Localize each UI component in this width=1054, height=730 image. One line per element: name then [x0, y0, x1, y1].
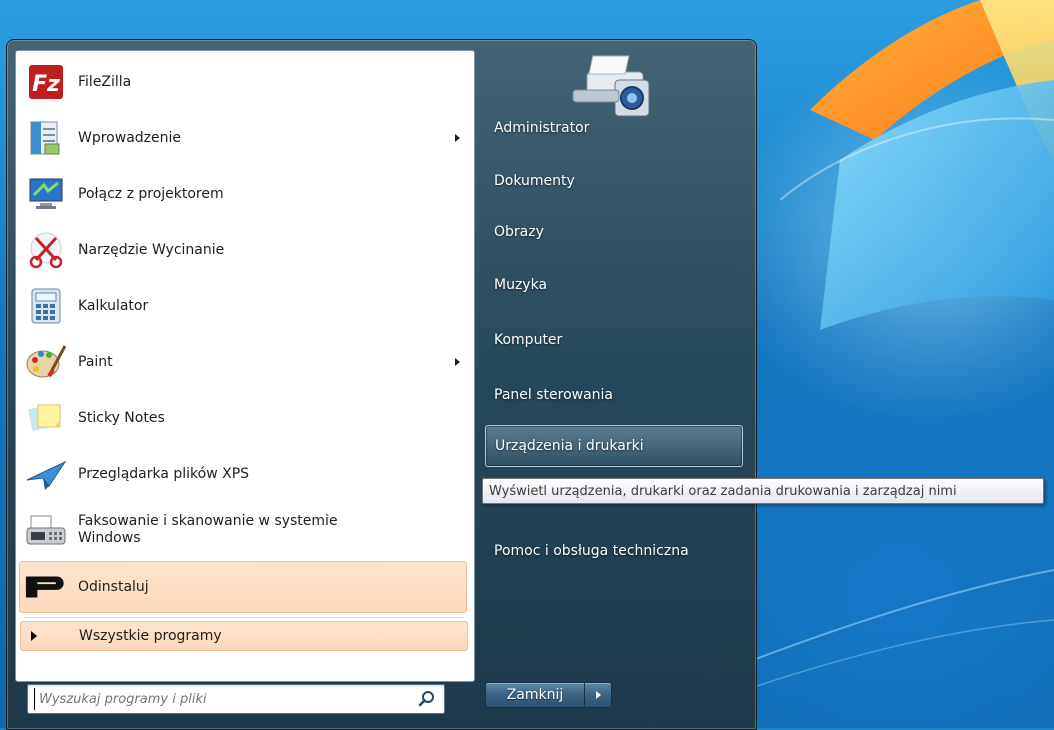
- program-item-uninstall[interactable]: Odinstaluj: [19, 561, 467, 613]
- programs-pane: Fz FileZilla Wprowadzenie Połącz z proje…: [15, 50, 475, 682]
- calculator-icon: [24, 284, 68, 328]
- all-programs-label: Wszystkie programy: [79, 628, 222, 644]
- svg-text:Fz: Fz: [32, 72, 60, 97]
- shutdown-group: Zamknij: [485, 682, 615, 708]
- tooltip: Wyświetl urządzenia, drukarki oraz zadan…: [482, 478, 1044, 504]
- right-item-pictures[interactable]: Obrazy: [485, 215, 741, 249]
- right-item-label: Obrazy: [494, 224, 544, 240]
- program-item-paint[interactable]: Paint: [20, 337, 468, 387]
- sticky-notes-icon: [24, 396, 68, 440]
- right-item-label: Panel sterowania: [494, 387, 613, 403]
- search-box[interactable]: [27, 684, 445, 714]
- paint-icon: [24, 340, 68, 384]
- program-label: Odinstaluj: [78, 578, 149, 595]
- program-label: Paint: [78, 353, 113, 370]
- search-icon[interactable]: [418, 690, 436, 708]
- shutdown-button[interactable]: Zamknij: [485, 682, 585, 708]
- xps-viewer-icon: [24, 452, 68, 496]
- filezilla-icon: Fz: [24, 60, 68, 104]
- arrow-right-icon: [595, 691, 601, 699]
- program-label: Faksowanie i skanowanie w systemie Windo…: [78, 513, 338, 547]
- program-item-getting-started[interactable]: Wprowadzenie: [20, 113, 468, 163]
- shutdown-options-button[interactable]: [585, 682, 612, 708]
- right-item-label: Dokumenty: [494, 173, 575, 189]
- program-label: Narzędzie Wycinanie: [78, 241, 225, 258]
- program-item-snipping-tool[interactable]: Narzędzie Wycinanie: [20, 225, 468, 275]
- tooltip-text: Wyświetl urządzenia, drukarki oraz zadan…: [489, 483, 957, 499]
- uninstall-icon: [24, 565, 68, 609]
- program-label-line1: Faksowanie i skanowanie w systemie: [78, 513, 338, 529]
- start-menu: Fz FileZilla Wprowadzenie Połącz z proje…: [6, 39, 757, 730]
- right-item-label: Administrator: [494, 120, 590, 136]
- program-item-calculator[interactable]: Kalkulator: [20, 281, 468, 331]
- program-label: FileZilla: [78, 73, 132, 90]
- right-item-label: Muzyka: [494, 277, 548, 293]
- program-item-projector[interactable]: Połącz z projektorem: [20, 169, 468, 219]
- right-item-help-support[interactable]: Pomoc i obsługa techniczna: [485, 534, 741, 568]
- arrow-right-icon: [31, 631, 37, 641]
- windows-logo-wallpaper: [780, 0, 1054, 330]
- program-item-fax-scan[interactable]: Faksowanie i skanowanie w systemie Windo…: [20, 505, 468, 555]
- program-label: Przeglądarka plików XPS: [78, 465, 250, 482]
- all-programs-button[interactable]: Wszystkie programy: [20, 621, 468, 651]
- separator: [24, 617, 464, 618]
- right-item-label: Pomoc i obsługa techniczna: [494, 543, 689, 559]
- submenu-arrow-icon[interactable]: [455, 358, 460, 366]
- program-item-xps-viewer[interactable]: Przeglądarka plików XPS: [20, 449, 468, 499]
- snipping-tool-icon: [24, 228, 68, 272]
- right-item-devices-printers[interactable]: Urządzenia i drukarki: [485, 425, 743, 467]
- program-label-line2: Windows: [78, 530, 141, 546]
- search-input[interactable]: [34, 688, 411, 710]
- fax-scan-icon: [24, 508, 68, 552]
- program-item-filezilla[interactable]: Fz FileZilla: [20, 57, 468, 107]
- program-label: Sticky Notes: [78, 409, 165, 426]
- program-label: Wprowadzenie: [78, 129, 181, 146]
- program-item-sticky-notes[interactable]: Sticky Notes: [20, 393, 468, 443]
- right-item-documents[interactable]: Dokumenty: [485, 164, 741, 198]
- projector-icon: [24, 172, 68, 216]
- right-item-computer[interactable]: Komputer: [485, 323, 741, 357]
- right-item-music[interactable]: Muzyka: [485, 268, 741, 302]
- program-label: Kalkulator: [78, 297, 149, 314]
- right-item-administrator[interactable]: Administrator: [485, 111, 741, 145]
- submenu-arrow-icon[interactable]: [455, 134, 460, 142]
- program-label: Połącz z projektorem: [78, 185, 224, 202]
- right-item-control-panel[interactable]: Panel sterowania: [485, 378, 741, 412]
- right-item-label: Komputer: [494, 332, 563, 348]
- right-item-label: Urządzenia i drukarki: [495, 438, 644, 454]
- getting-started-icon: [24, 116, 68, 160]
